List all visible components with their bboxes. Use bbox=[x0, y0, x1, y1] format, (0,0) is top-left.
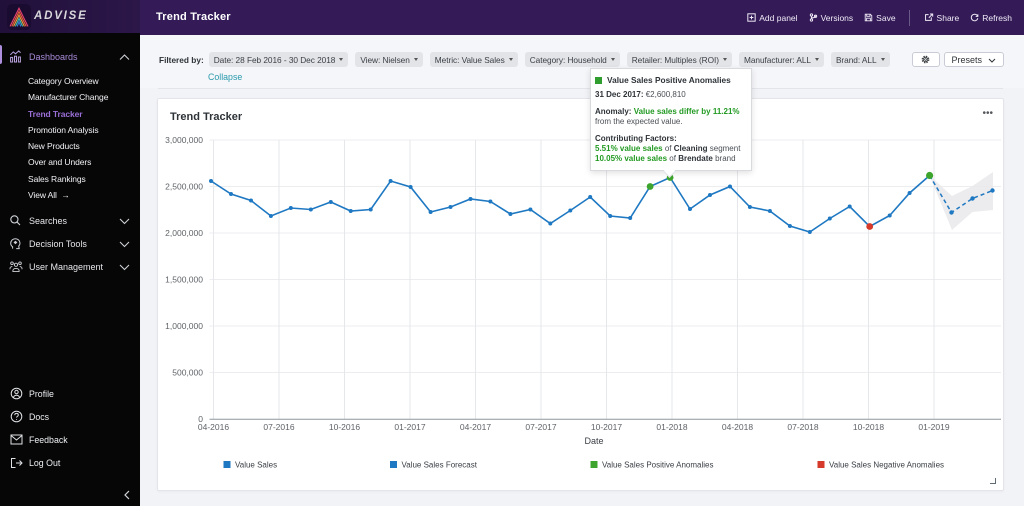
svg-text:01-2019: 01-2019 bbox=[918, 422, 949, 432]
svg-text:10-2018: 10-2018 bbox=[853, 422, 884, 432]
svg-text:Value Sales Positive Anomalies: Value Sales Positive Anomalies bbox=[602, 461, 713, 470]
svg-text:01-2018: 01-2018 bbox=[656, 422, 687, 432]
svg-text:Date: Date bbox=[584, 436, 603, 446]
svg-text:01-2017: 01-2017 bbox=[394, 422, 425, 432]
svg-text:07-2018: 07-2018 bbox=[787, 422, 818, 432]
svg-text:07-2017: 07-2017 bbox=[525, 422, 556, 432]
svg-text:04-2016: 04-2016 bbox=[198, 422, 229, 432]
svg-text:1,500,000: 1,500,000 bbox=[165, 275, 203, 285]
svg-text:10-2016: 10-2016 bbox=[329, 422, 360, 432]
svg-text:Value Sales Forecast: Value Sales Forecast bbox=[402, 461, 478, 470]
svg-text:Value Sales Negative Anomalies: Value Sales Negative Anomalies bbox=[829, 461, 944, 470]
svg-text:04-2018: 04-2018 bbox=[722, 422, 753, 432]
svg-text:500,000: 500,000 bbox=[172, 368, 203, 378]
svg-text:3,000,000: 3,000,000 bbox=[165, 135, 203, 145]
svg-text:2,000,000: 2,000,000 bbox=[165, 228, 203, 238]
svg-text:04-2017: 04-2017 bbox=[460, 422, 491, 432]
svg-text:1,000,000: 1,000,000 bbox=[165, 321, 203, 331]
svg-text:10-2017: 10-2017 bbox=[591, 422, 622, 432]
svg-text:Value Sales: Value Sales bbox=[235, 461, 277, 470]
svg-text:07-2016: 07-2016 bbox=[263, 422, 294, 432]
svg-text:2,500,000: 2,500,000 bbox=[165, 182, 203, 192]
